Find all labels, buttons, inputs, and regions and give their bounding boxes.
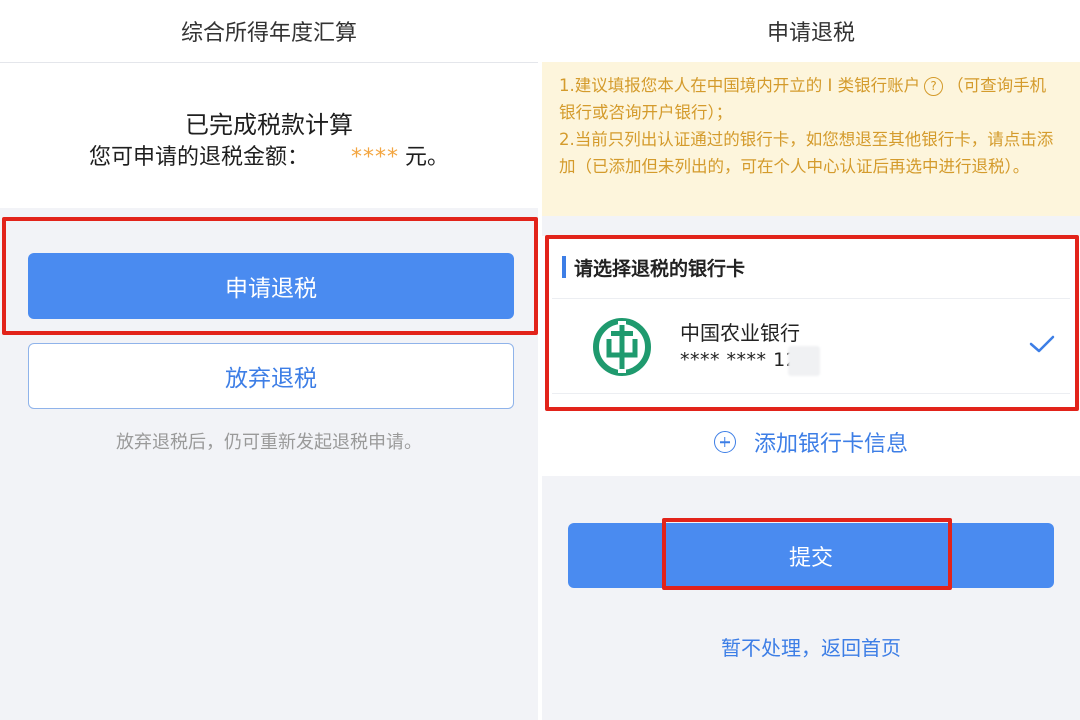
abandon-refund-button[interactable]: 放弃退税	[28, 343, 514, 409]
refund-amount: 您可申请的退税金额： **** 元。	[0, 139, 538, 171]
notice-box: 1.建议填报您本人在中国境内开立的 I 类银行账户? （可查询手机银行或咨询开户银…	[542, 62, 1080, 216]
apply-refund-panel: 申请退税 1.建议填报您本人在中国境内开立的 I 类银行账户? （可查询手机银行或…	[542, 0, 1080, 720]
submit-button[interactable]: 提交	[568, 523, 1054, 588]
amount-label: 您可申请的退税金额：	[88, 145, 309, 170]
check-icon	[1029, 335, 1055, 353]
divider	[552, 393, 1070, 394]
masked-digits	[788, 346, 820, 376]
notice-item-2: 2.当前只列出认证通过的银行卡，如您想退至其他银行卡，请点击添加（已添加但未列出…	[559, 130, 1054, 176]
apply-refund-button[interactable]: 申请退税	[28, 253, 514, 319]
bank-card-section: 请选择退税的银行卡 中国农业银行 **** **** 12 添加银行卡信息	[542, 236, 1080, 476]
page-title: 综合所得年度汇算	[0, 0, 538, 63]
notice-item-1: 1.建议填报您本人在中国境内开立的 I 类银行账户? （可查询手机银行或咨询开户银…	[559, 76, 1047, 122]
bank-card-option[interactable]: 中国农业银行 **** **** 12	[542, 299, 1080, 393]
plus-circle-icon	[713, 431, 736, 453]
abc-bank-logo-icon	[593, 318, 651, 376]
result-card: 已完成税款计算 您可申请的退税金额： **** 元。	[0, 63, 538, 208]
add-bank-card-button[interactable]: 添加银行卡信息	[542, 426, 1080, 458]
bank-name: 中国农业银行	[680, 321, 800, 345]
amount-unit: 元。	[405, 145, 450, 170]
amount-value: ****	[351, 145, 399, 170]
add-card-label: 添加银行卡信息	[753, 432, 908, 457]
page-title: 申请退税	[542, 0, 1080, 63]
back-home-link[interactable]: 暂不处理，返回首页	[542, 632, 1080, 661]
card-number: **** **** 12	[680, 349, 799, 371]
help-circle-icon[interactable]: ?	[924, 77, 944, 96]
abandon-hint: 放弃退税后，仍可重新发起退税申请。	[116, 432, 422, 453]
result-title: 已完成税款计算	[185, 111, 353, 139]
section-title: 请选择退税的银行卡	[562, 254, 745, 281]
tax-summary-panel: 综合所得年度汇算 已完成税款计算 您可申请的退税金额： **** 元。 申请退税 放…	[0, 0, 538, 720]
